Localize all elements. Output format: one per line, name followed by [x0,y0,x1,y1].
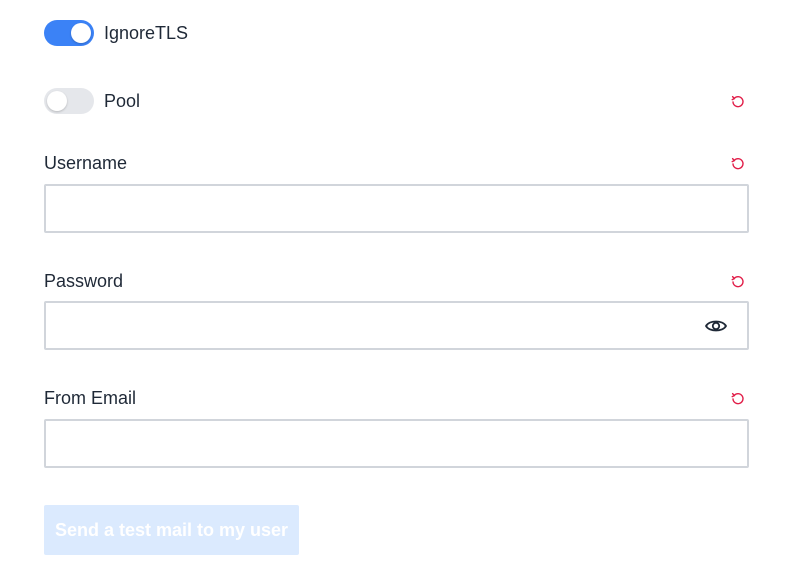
from-email-label: From Email [44,388,137,408]
eye-icon[interactable] [704,316,728,336]
ignore-tls-toggle[interactable] [44,20,94,46]
password-label: Password [44,271,124,291]
username-input[interactable] [44,184,749,233]
pool-label: Pool [104,90,141,111]
pool-row: Pool [44,88,140,114]
send-test-mail-button[interactable]: Send a test mail to my user [44,505,299,555]
username-label: Username [44,153,128,173]
pool-toggle[interactable] [44,88,94,114]
toggle-knob [71,23,91,43]
pool-reset-icon[interactable] [731,95,745,109]
toggle-knob [47,91,67,111]
username-reset-icon[interactable] [731,157,745,171]
ignore-tls-label: IgnoreTLS [104,22,189,43]
password-input[interactable] [44,301,749,350]
from-email-reset-icon[interactable] [731,392,745,406]
from-email-input[interactable] [44,419,749,468]
ignore-tls-row: IgnoreTLS [44,20,188,46]
password-reset-icon[interactable] [731,275,745,289]
